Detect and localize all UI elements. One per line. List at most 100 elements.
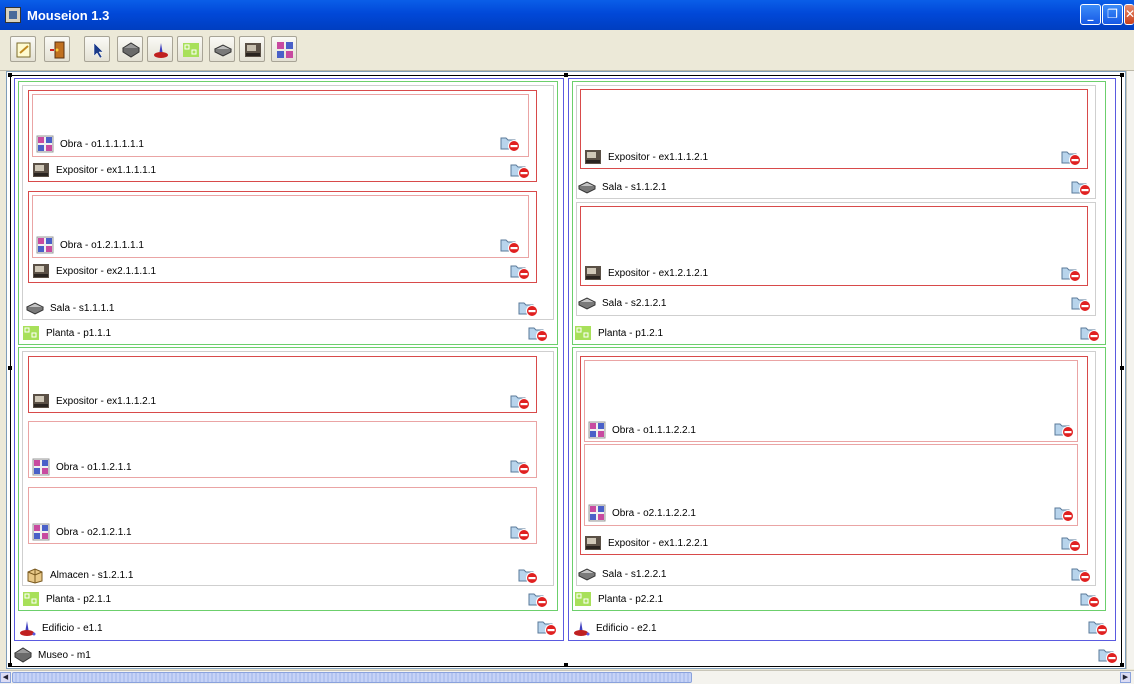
delete-folder-icon[interactable] <box>510 161 530 179</box>
sala-icon <box>578 565 596 583</box>
scroll-right-arrow-icon[interactable]: ▶ <box>1120 672 1131 683</box>
obra-icon <box>588 504 606 522</box>
expositor-label: Expositor - ex1.2.1.2.1 <box>608 268 709 279</box>
obra-label: Obra - o2.1.1.2.2.1 <box>612 508 696 519</box>
delete-folder-icon[interactable] <box>510 262 530 280</box>
expositor-icon <box>32 392 50 410</box>
planta-floor-icon <box>183 43 199 57</box>
obra-icon <box>36 236 54 254</box>
edificio-icon <box>154 43 168 58</box>
almacen-label: Almacen - s1.2.1.1 <box>50 570 134 581</box>
delete-folder-icon[interactable] <box>1071 294 1091 312</box>
delete-folder-icon[interactable] <box>1088 618 1108 636</box>
delete-folder-icon[interactable] <box>1098 646 1118 664</box>
expositor-icon <box>584 148 602 166</box>
add-obra-button[interactable] <box>271 36 297 62</box>
museo-label: Museo - m1 <box>38 650 91 661</box>
sala-icon <box>26 299 44 317</box>
exit-door-icon <box>50 41 65 59</box>
delete-folder-icon[interactable] <box>510 457 530 475</box>
delete-folder-icon[interactable] <box>528 324 548 342</box>
obra-icon <box>32 458 50 476</box>
horizontal-scrollbar[interactable]: ◀ ▶ <box>0 670 1134 684</box>
delete-folder-icon[interactable] <box>1054 504 1074 522</box>
expositor-icon <box>32 262 50 280</box>
new-document-button[interactable] <box>10 36 36 62</box>
select-pointer-icon <box>93 42 104 59</box>
selection-handle[interactable] <box>8 663 12 667</box>
delete-folder-icon[interactable] <box>1080 324 1100 342</box>
delete-folder-icon[interactable] <box>1054 420 1074 438</box>
selection-handle[interactable] <box>8 73 12 77</box>
delete-folder-icon[interactable] <box>510 392 530 410</box>
add-expositor-button[interactable] <box>239 36 265 62</box>
delete-folder-icon[interactable] <box>500 134 520 152</box>
add-sala-button[interactable] <box>209 36 235 62</box>
planta-icon <box>574 324 592 342</box>
sala-label: Sala - s1.1.2.1 <box>602 182 667 193</box>
selection-handle[interactable] <box>564 663 568 667</box>
selection-handle[interactable] <box>1120 663 1124 667</box>
edificio-label: Edificio - e2.1 <box>596 623 657 634</box>
edificio-label: Edificio - e1.1 <box>42 623 103 634</box>
new-document-icon <box>16 42 31 58</box>
museo-icon <box>14 646 32 664</box>
edificio-icon <box>18 619 36 637</box>
delete-folder-icon[interactable] <box>528 590 548 608</box>
scroll-left-arrow-icon[interactable]: ◀ <box>0 672 11 683</box>
add-edificio-button[interactable] <box>147 36 173 62</box>
delete-folder-icon[interactable] <box>1071 178 1091 196</box>
planta-label: Planta - p1.2.1 <box>598 328 664 339</box>
delete-folder-icon[interactable] <box>1061 264 1081 282</box>
obra-icon <box>36 135 54 153</box>
expositor-label: Expositor - ex1.1.1.2.1 <box>608 152 709 163</box>
sala-icon <box>578 178 596 196</box>
expositor-icon <box>584 264 602 282</box>
sala-label: Sala - s1.2.2.1 <box>602 569 667 580</box>
sala-label: Sala - s2.1.2.1 <box>602 298 667 309</box>
delete-folder-icon[interactable] <box>1061 534 1081 552</box>
vertical-scrollbar[interactable] <box>1126 71 1134 669</box>
obra-icon <box>588 421 606 439</box>
minimize-button[interactable]: _ <box>1080 4 1101 25</box>
delete-folder-icon[interactable] <box>1080 590 1100 608</box>
delete-folder-icon[interactable] <box>500 236 520 254</box>
delete-folder-icon[interactable] <box>1061 148 1081 166</box>
selection-handle[interactable] <box>8 366 12 370</box>
obra-label: Obra - o1.1.1.1.1.1 <box>60 139 144 150</box>
delete-folder-icon[interactable] <box>518 299 538 317</box>
obra-label: Obra - o1.1.2.1.1 <box>56 462 132 473</box>
delete-folder-icon[interactable] <box>510 523 530 541</box>
expositor-icon <box>32 161 50 179</box>
select-tool-button[interactable] <box>84 36 110 62</box>
planta-icon <box>22 324 40 342</box>
planta-icon <box>574 590 592 608</box>
selection-handle[interactable] <box>1120 73 1124 77</box>
selection-handle[interactable] <box>1120 366 1124 370</box>
add-planta-button[interactable] <box>177 36 203 62</box>
selection-handle[interactable] <box>564 73 568 77</box>
delete-folder-icon[interactable] <box>1071 565 1091 583</box>
expositor-showcase-icon <box>245 43 261 57</box>
add-museo-button[interactable] <box>117 36 143 62</box>
obra-label: Obra - o1.2.1.1.1.1 <box>60 240 144 251</box>
obra-icon <box>32 523 50 541</box>
sala-room-icon <box>214 44 232 57</box>
maximize-button[interactable]: ❐ <box>1102 4 1123 25</box>
expositor-label: Expositor - ex2.1.1.1.1 <box>56 266 157 277</box>
museo-building-icon <box>122 42 140 58</box>
obra-artwork-icon <box>277 42 293 58</box>
planta-label: Planta - p2.2.1 <box>598 594 664 605</box>
delete-folder-icon[interactable] <box>537 618 557 636</box>
exit-button[interactable] <box>44 36 70 62</box>
delete-folder-icon[interactable] <box>518 566 538 584</box>
app-icon <box>5 7 21 23</box>
obra-label: Obra - o2.1.2.1.1 <box>56 527 132 538</box>
close-button[interactable]: ✕ <box>1124 4 1134 25</box>
obra-label: Obra - o1.1.1.2.2.1 <box>612 425 696 436</box>
window-title: Mouseion 1.3 <box>27 8 110 23</box>
edificio-icon <box>572 619 590 637</box>
diagram-canvas[interactable]: Obra - o1.1.1.1.1.1 Expositor - ex1.1.1.… <box>6 71 1126 669</box>
sala-icon <box>578 294 596 312</box>
horizontal-scroll-thumb[interactable] <box>12 672 692 683</box>
